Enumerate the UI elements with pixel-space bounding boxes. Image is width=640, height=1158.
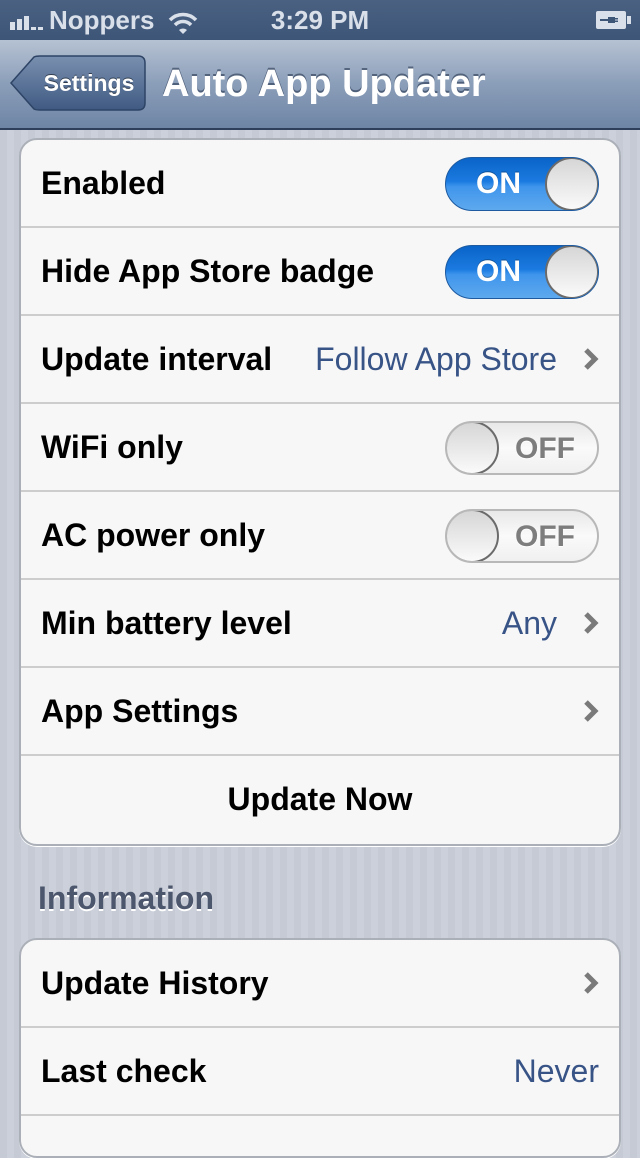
row-ac-power-only: AC power only OFF	[21, 492, 619, 580]
switch-knob	[545, 246, 598, 298]
row-label: Enabled	[41, 165, 166, 201]
settings-group: Enabled ON Hide App Store badge ON Updat…	[19, 138, 621, 846]
row-value: Follow App Store	[315, 341, 557, 377]
enabled-toggle[interactable]: ON	[445, 157, 599, 211]
row-label: WiFi only	[41, 429, 183, 465]
row-label: Update History	[41, 965, 269, 1001]
back-button-label: Settings	[43, 70, 135, 96]
hide-badge-toggle[interactable]: ON	[445, 245, 599, 299]
clock: 3:29 PM	[270, 5, 370, 35]
section-header-information: Information	[38, 880, 214, 916]
chevron-right-icon	[584, 972, 599, 994]
row-app-settings[interactable]: App Settings	[21, 668, 619, 756]
row-value: Never	[513, 1053, 599, 1089]
switch-state-text: ON	[476, 255, 521, 288]
switch-state-text: OFF	[515, 432, 575, 465]
row-label: AC power only	[41, 517, 266, 553]
wifi-only-toggle[interactable]: OFF	[445, 421, 599, 475]
navigation-bar: Settings Auto App Updater	[0, 40, 640, 130]
back-button[interactable]: Settings	[10, 55, 146, 111]
row-label: Update interval	[41, 341, 273, 377]
update-now-button[interactable]: Update Now	[21, 756, 619, 844]
row-label: Min battery level	[41, 605, 292, 641]
switch-knob	[447, 423, 499, 473]
update-now-label: Update Now	[227, 781, 413, 817]
row-label: App Settings	[41, 693, 239, 729]
row-min-battery-level[interactable]: Min battery level Any	[21, 580, 619, 668]
row-hide-app-store-badge: Hide App Store badge ON	[21, 228, 619, 316]
row-label: Last check	[41, 1053, 207, 1089]
row-wifi-only: WiFi only OFF	[21, 404, 619, 492]
switch-knob	[447, 511, 499, 561]
chevron-right-icon	[584, 612, 599, 634]
switch-knob	[545, 158, 598, 210]
chevron-right-icon	[584, 700, 599, 722]
row-value: Any	[501, 605, 557, 641]
row-label: Hide App Store badge	[41, 253, 375, 289]
information-group: Update History Last check Never	[19, 938, 621, 1158]
ac-power-only-toggle[interactable]: OFF	[445, 509, 599, 563]
switch-state-text: ON	[476, 167, 521, 200]
row-last-check: Last check Never	[21, 1028, 619, 1116]
status-bar: Noppers 3:29 PM	[0, 0, 640, 40]
chevron-right-icon	[584, 348, 599, 370]
row-enabled: Enabled ON	[21, 140, 619, 228]
page-title: Auto App Updater	[162, 63, 486, 105]
battery-charging-icon	[596, 11, 631, 29]
row-update-history[interactable]: Update History	[21, 940, 619, 1028]
switch-state-text: OFF	[515, 520, 575, 553]
row-update-interval[interactable]: Update interval Follow App Store	[21, 316, 619, 404]
